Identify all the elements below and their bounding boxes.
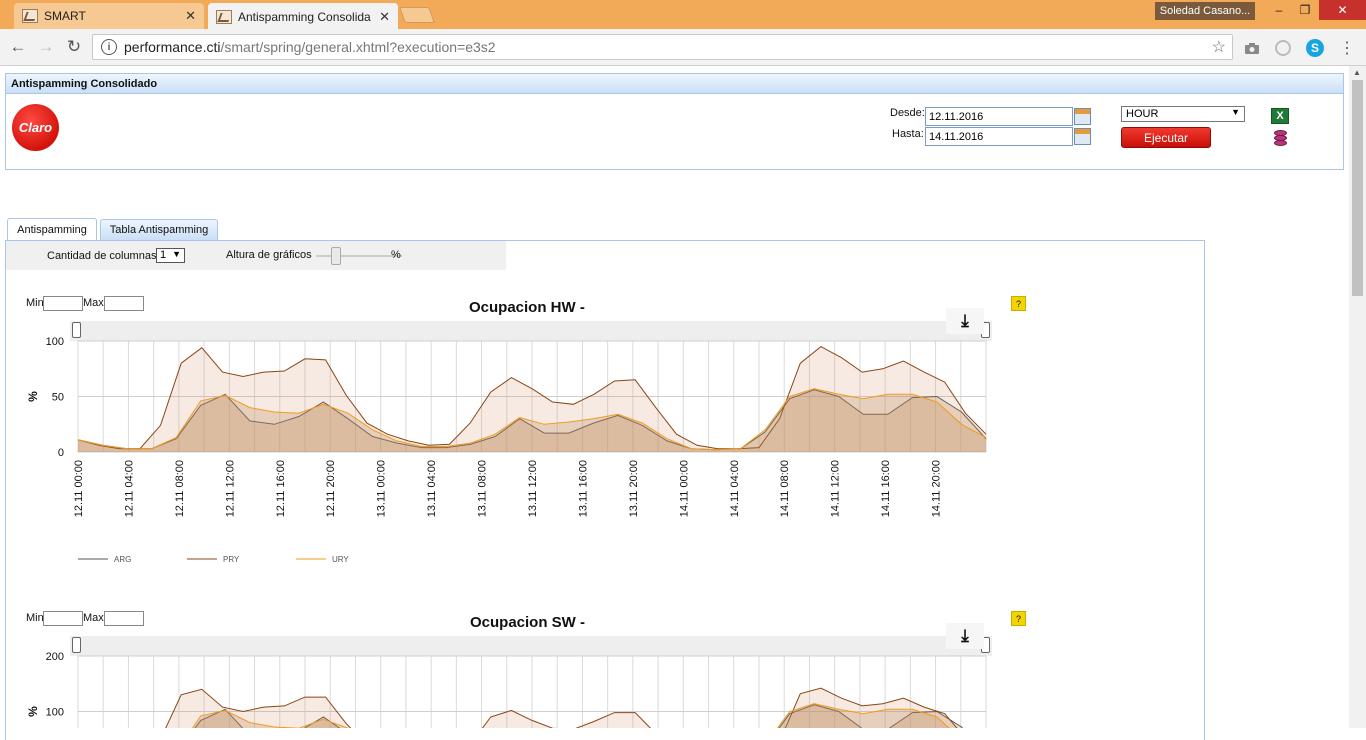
y-axis-label: % <box>26 706 40 717</box>
columns-select[interactable]: 1 ▼ <box>156 248 185 263</box>
ejecutar-button[interactable]: Ejecutar <box>1121 127 1211 148</box>
granularity-select[interactable]: HOUR ▼ <box>1121 106 1245 122</box>
tab-tabla-antispamming[interactable]: Tabla Antispamming <box>100 219 218 240</box>
url-path: /smart/spring/general.xhtml?execution=e3… <box>220 39 496 55</box>
x-tick-label: 13.11 00:00 <box>376 460 388 517</box>
excel-export-icon[interactable]: X <box>1271 108 1289 124</box>
browser-tab-antispamming[interactable]: Antispamming Consolida ✕ <box>208 3 398 30</box>
close-icon[interactable]: ✕ <box>379 9 390 25</box>
max-label: Max <box>83 297 104 309</box>
bookmark-star-icon[interactable]: ☆ <box>1212 37 1226 57</box>
database-export-icon[interactable] <box>1270 130 1288 148</box>
hasta-date-input[interactable] <box>925 127 1073 146</box>
columns-label: Cantidad de columnas <box>47 250 157 262</box>
max-input[interactable] <box>104 611 144 626</box>
x-tick-label: 12.11 16:00 <box>275 460 287 517</box>
x-tick-label: 14.11 00:00 <box>678 460 690 517</box>
legend-label-arg: ARG <box>114 555 131 564</box>
legend-label-ury: URY <box>332 555 349 564</box>
close-window-button[interactable]: ✕ <box>1319 0 1366 20</box>
calendar-icon[interactable] <box>1074 128 1091 145</box>
chart-ocupacion-hw: 0 50 100% 12.11 00:00 12.11 04:00 12.11 08:00… <box>26 336 987 564</box>
chart-title: Ocupacion SW - <box>470 614 586 631</box>
columns-value: 1 <box>160 249 167 261</box>
x-tick-label: 13.11 08:00 <box>477 460 489 517</box>
min-input[interactable] <box>43 611 83 626</box>
scrollbar-thumb[interactable] <box>1352 80 1363 296</box>
page-favicon-icon <box>22 9 38 23</box>
claro-logo: Claro <box>12 104 59 151</box>
x-tick-label: 14.11 20:00 <box>931 460 943 517</box>
maximize-button[interactable]: ❐ <box>1290 0 1320 20</box>
hasta-label: Hasta: <box>892 128 924 140</box>
chart-controls: Cantidad de columnas 1 ▼ Altura de gráfi… <box>6 241 506 270</box>
legend-label-pry: PRY <box>223 555 240 564</box>
new-tab-button[interactable] <box>399 7 435 23</box>
max-label: Max <box>83 612 104 624</box>
min-input[interactable] <box>43 296 83 311</box>
x-tick-label: 14.11 16:00 <box>880 460 892 517</box>
y-axis-label: % <box>26 391 40 402</box>
x-tick-label: 12.11 00:00 <box>73 460 85 517</box>
reload-icon[interactable]: ↻ <box>64 37 84 57</box>
x-tick-label: 13.11 20:00 <box>628 460 640 517</box>
y-tick-label: 200 <box>46 651 64 663</box>
chart-ocupacion-sw: 100 200% <box>26 651 987 728</box>
back-icon[interactable]: ← <box>8 37 28 57</box>
chevron-down-icon: ▼ <box>172 249 181 259</box>
y-tick-label: 100 <box>46 336 64 348</box>
desde-label: Desde: <box>890 107 925 119</box>
x-tick-label: 12.11 08:00 <box>174 460 186 517</box>
calendar-icon[interactable] <box>1074 108 1091 125</box>
browser-tab-title: SMART <box>44 9 86 23</box>
height-label: Altura de gráficos <box>226 249 312 261</box>
y-tick-label: 0 <box>58 447 64 459</box>
height-slider-handle[interactable] <box>331 247 341 265</box>
x-tick-label: 14.11 08:00 <box>779 460 791 517</box>
desde-date-input[interactable] <box>925 107 1073 126</box>
browser-tab-smart[interactable]: SMART ✕ <box>14 3 204 29</box>
skype-icon[interactable]: S <box>1306 39 1324 57</box>
forward-icon[interactable]: → <box>36 37 56 57</box>
percent-label: % <box>391 249 401 261</box>
x-tick-label: 14.11 12:00 <box>830 460 842 517</box>
height-slider-track[interactable] <box>316 255 402 257</box>
chart-title: Ocupacion HW - <box>469 299 585 316</box>
info-icon[interactable]: i <box>101 39 117 55</box>
x-tick-label: 13.11 16:00 <box>577 460 589 517</box>
browser-tab-title: Antispamming Consolida <box>238 9 371 24</box>
menu-icon[interactable]: ⋮ <box>1338 39 1356 57</box>
y-tick-label: 100 <box>46 707 64 719</box>
close-icon[interactable]: ✕ <box>185 8 196 24</box>
x-tick-label: 12.11 20:00 <box>325 460 337 517</box>
profile-button[interactable]: Soledad Casano... <box>1155 2 1255 20</box>
address-bar[interactable]: i performance.cti /smart/spring/general.… <box>92 34 1233 60</box>
granularity-value: HOUR <box>1126 108 1159 120</box>
x-tick-label: 13.11 12:00 <box>527 460 539 517</box>
x-tick-label: 12.11 12:00 <box>224 460 236 517</box>
max-input[interactable] <box>104 296 144 311</box>
chevron-down-icon: ▼ <box>1231 107 1240 117</box>
browser-titlebar: SMART ✕ Antispamming Consolida ✕ Soledad… <box>0 0 1366 30</box>
help-icon[interactable]: ? <box>1011 296 1026 311</box>
camera-icon[interactable] <box>1243 39 1261 57</box>
help-icon[interactable]: ? <box>1011 611 1026 626</box>
x-tick-label: 13.11 04:00 <box>426 460 438 517</box>
tab-antispamming[interactable]: Antispamming <box>7 218 97 240</box>
url-host: performance.cti <box>124 39 221 55</box>
page-scrollbar[interactable]: ▲ <box>1349 66 1366 728</box>
page-title: Antispamming Consolidado <box>6 74 1343 94</box>
x-tick-label: 12.11 04:00 <box>123 460 135 517</box>
y-tick-label: 50 <box>52 392 64 404</box>
min-label: Min <box>26 297 44 309</box>
min-label: Min <box>26 612 44 624</box>
x-tick-label: 14.11 04:00 <box>729 460 741 517</box>
browser-toolbar: ← → ↻ i performance.cti /smart/spring/ge… <box>0 29 1366 66</box>
page-favicon-icon <box>216 9 232 24</box>
scroll-up-icon[interactable]: ▲ <box>1353 68 1361 77</box>
extension-icon[interactable] <box>1274 39 1292 57</box>
